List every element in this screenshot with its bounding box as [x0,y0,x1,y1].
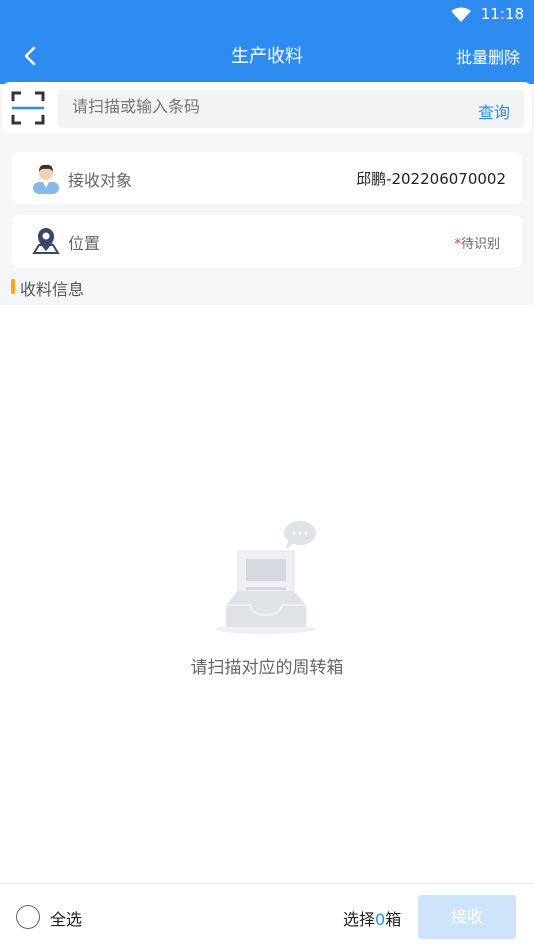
selected-count-number: 0 [375,910,386,929]
search-box: 查询 [58,90,524,128]
footer-bar: 全选 选择0箱 接收 [0,883,534,950]
nav-bar: 生产收料 批量删除 [0,28,534,84]
receiver-row[interactable]: 接收对象 邱鹏-202206070002 [12,152,522,204]
section-accent-bar [11,279,15,294]
status-bar: 11:18 [0,0,534,28]
select-all-label[interactable]: 全选 [50,906,82,930]
section-title: 收料信息 [20,280,85,299]
scan-bar: 查询 [2,82,532,134]
barcode-input[interactable] [70,98,434,118]
wifi-icon [451,7,471,22]
location-pin-icon [32,228,60,254]
selected-unit: 箱 [385,910,402,929]
receiver-value: 邱鹏-202206070002 [356,170,506,188]
select-all-radio[interactable] [16,905,40,929]
page-title: 生产收料 [231,46,303,67]
empty-message: 请扫描对应的周转箱 [190,658,344,678]
section-header: 收料信息 [0,270,534,304]
location-row[interactable]: 位置 *待识别 [12,215,522,267]
location-label: 位置 [68,234,101,253]
status-time: 11:18 [480,5,524,23]
receive-button[interactable]: 接收 [418,895,516,939]
empty-inbox-icon [216,521,316,634]
location-hint: *待识别 [454,233,500,252]
location-hint-text: 待识别 [460,237,500,252]
receiver-label: 接收对象 [68,171,133,190]
batch-delete-button[interactable]: 批量删除 [456,44,520,68]
scan-icon[interactable] [10,90,46,126]
person-avatar-icon [33,164,59,194]
receipt-list: 请扫描对应的周转箱 [0,305,534,883]
selected-prefix: 选择 [343,910,376,929]
query-button[interactable]: 查询 [478,99,510,123]
selected-count: 选择0箱 [343,906,401,930]
